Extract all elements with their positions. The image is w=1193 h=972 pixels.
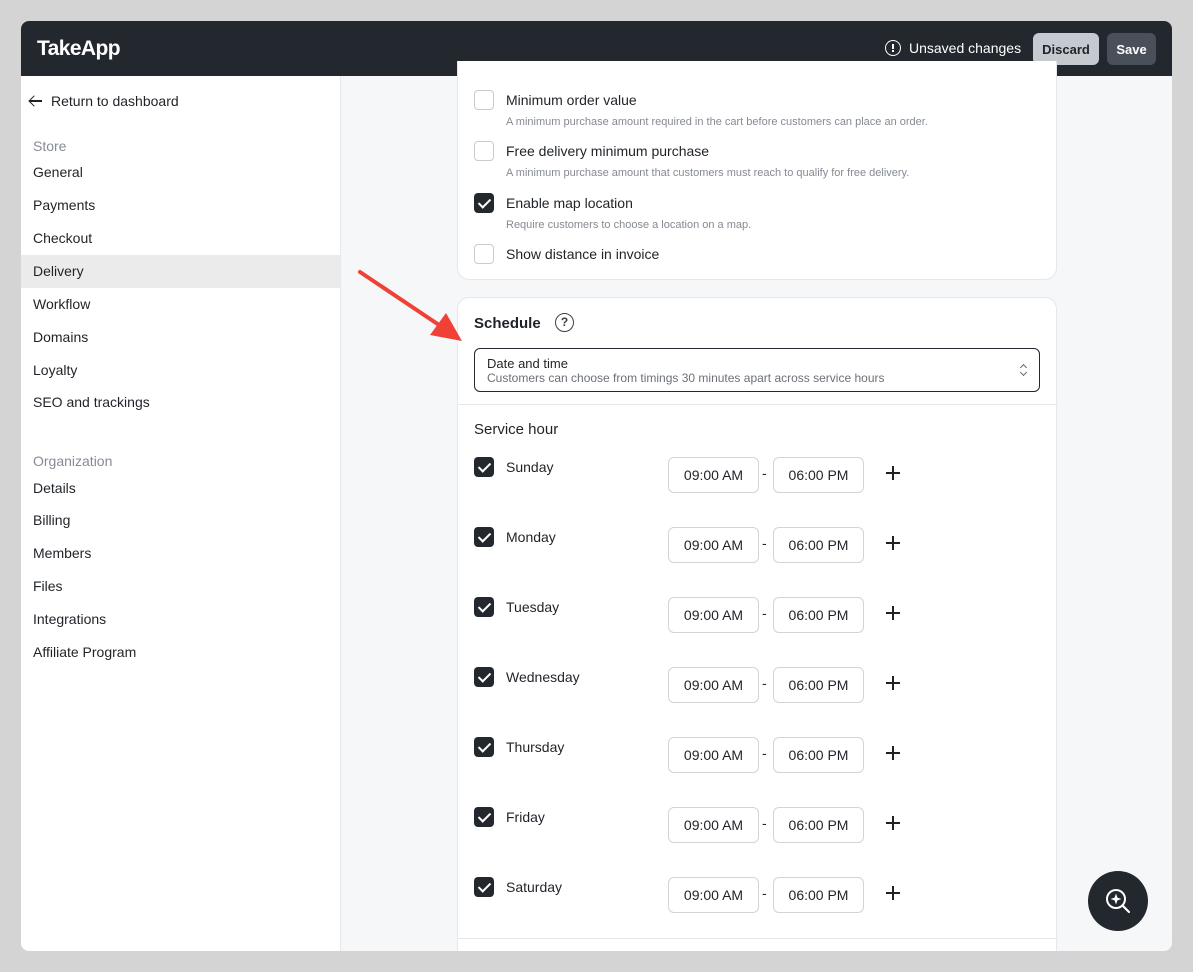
start-time-input[interactable]: 09:00 AM bbox=[668, 807, 759, 843]
day-row-thursday: Thursday 09:00 AM - 06:00 PM bbox=[458, 737, 1058, 773]
plus-icon[interactable] bbox=[886, 816, 900, 830]
schedule-type-select[interactable]: Date and time Customers can choose from … bbox=[474, 348, 1040, 392]
unsaved-text: Unsaved changes bbox=[909, 40, 1022, 56]
option-desc: A minimum purchase amount that customers… bbox=[506, 167, 910, 179]
alert-circle-icon bbox=[885, 40, 901, 56]
option-title: Enable map location bbox=[506, 195, 633, 211]
start-time-input[interactable]: 09:00 AM bbox=[668, 527, 759, 563]
day-row-friday: Friday 09:00 AM - 06:00 PM bbox=[458, 807, 1058, 843]
arrow-left-icon bbox=[29, 94, 43, 108]
divider bbox=[458, 404, 1058, 405]
end-time-input[interactable]: 06:00 PM bbox=[773, 457, 864, 493]
select-value: Date and time bbox=[487, 356, 568, 371]
day-name: Wednesday bbox=[506, 669, 580, 685]
day-row-saturday: Saturday 09:00 AM - 06:00 PM bbox=[458, 877, 1058, 913]
delivery-options-card: Minimum order value A minimum purchase a… bbox=[457, 61, 1057, 280]
end-time-input[interactable]: 06:00 PM bbox=[773, 597, 864, 633]
sunday-checkbox[interactable] bbox=[474, 457, 494, 477]
start-time-input[interactable]: 09:00 AM bbox=[668, 457, 759, 493]
plus-icon[interactable] bbox=[886, 536, 900, 550]
chevron-up-down-icon bbox=[1019, 364, 1027, 376]
time-separator: - bbox=[762, 815, 767, 831]
divider bbox=[458, 938, 1058, 939]
sidebar-item-affiliate[interactable]: Affiliate Program bbox=[21, 636, 340, 669]
option-desc: Require customers to choose a location o… bbox=[506, 219, 752, 231]
day-row-sunday: Sunday 09:00 AM - 06:00 PM bbox=[458, 457, 1058, 493]
store-section-label: Store bbox=[33, 138, 67, 154]
option-title: Free delivery minimum purchase bbox=[506, 143, 710, 159]
end-time-input[interactable]: 06:00 PM bbox=[773, 667, 864, 703]
plus-icon[interactable] bbox=[886, 466, 900, 480]
option-title: Show distance in invoice bbox=[506, 246, 660, 262]
sidebar-item-domains[interactable]: Domains bbox=[21, 321, 340, 354]
sidebar-item-members[interactable]: Members bbox=[21, 537, 340, 570]
save-button[interactable]: Save bbox=[1107, 33, 1156, 65]
end-time-input[interactable]: 06:00 PM bbox=[773, 807, 864, 843]
time-separator: - bbox=[762, 535, 767, 551]
sidebar-item-general[interactable]: General bbox=[21, 156, 340, 189]
sidebar-item-delivery[interactable]: Delivery bbox=[21, 255, 340, 288]
plus-icon[interactable] bbox=[886, 886, 900, 900]
sparkle-search-icon bbox=[1106, 889, 1131, 914]
sidebar-item-loyalty[interactable]: Loyalty bbox=[21, 354, 340, 387]
sidebar-item-workflow[interactable]: Workflow bbox=[21, 288, 340, 321]
schedule-title: Schedule bbox=[474, 315, 541, 332]
day-name: Saturday bbox=[506, 879, 563, 895]
saturday-checkbox[interactable] bbox=[474, 877, 494, 897]
day-row-tuesday: Tuesday 09:00 AM - 06:00 PM bbox=[458, 597, 1058, 633]
sidebar-item-details[interactable]: Details bbox=[21, 472, 340, 505]
sidebar-item-integrations[interactable]: Integrations bbox=[21, 603, 340, 636]
end-time-input[interactable]: 06:00 PM bbox=[773, 527, 864, 563]
map-location-checkbox[interactable] bbox=[474, 193, 494, 213]
time-separator: - bbox=[762, 675, 767, 691]
return-to-dashboard-link[interactable]: Return to dashboard bbox=[29, 93, 179, 109]
schedule-card: Schedule ? Date and time Customers can c… bbox=[457, 297, 1058, 951]
monday-checkbox[interactable] bbox=[474, 527, 494, 547]
sidebar-item-billing[interactable]: Billing bbox=[21, 504, 340, 537]
return-label: Return to dashboard bbox=[51, 93, 179, 109]
end-time-input[interactable]: 06:00 PM bbox=[773, 737, 864, 773]
friday-checkbox[interactable] bbox=[474, 807, 494, 827]
minimum-order-checkbox[interactable] bbox=[474, 90, 494, 110]
time-separator: - bbox=[762, 745, 767, 761]
time-separator: - bbox=[762, 605, 767, 621]
app-window: TakeApp Unsaved changes Discard Save Ret… bbox=[21, 21, 1172, 951]
sidebar: Return to dashboard Store General Paymen… bbox=[21, 76, 341, 951]
plus-icon[interactable] bbox=[886, 606, 900, 620]
free-delivery-checkbox[interactable] bbox=[474, 141, 494, 161]
start-time-input[interactable]: 09:00 AM bbox=[668, 597, 759, 633]
day-row-wednesday: Wednesday 09:00 AM - 06:00 PM bbox=[458, 667, 1058, 703]
option-title: Minimum order value bbox=[506, 92, 637, 108]
wednesday-checkbox[interactable] bbox=[474, 667, 494, 687]
option-desc: A minimum purchase amount required in th… bbox=[506, 116, 928, 128]
day-name: Tuesday bbox=[506, 599, 560, 615]
end-time-input[interactable]: 06:00 PM bbox=[773, 877, 864, 913]
day-name: Monday bbox=[506, 529, 556, 545]
sidebar-item-payments[interactable]: Payments bbox=[21, 189, 340, 222]
start-time-input[interactable]: 09:00 AM bbox=[668, 877, 759, 913]
thursday-checkbox[interactable] bbox=[474, 737, 494, 757]
day-name: Thursday bbox=[506, 739, 565, 755]
day-row-monday: Monday 09:00 AM - 06:00 PM bbox=[458, 527, 1058, 563]
time-separator: - bbox=[762, 465, 767, 481]
sidebar-item-files[interactable]: Files bbox=[21, 570, 340, 603]
day-name: Friday bbox=[506, 809, 545, 825]
show-distance-checkbox[interactable] bbox=[474, 244, 494, 264]
sidebar-item-checkout[interactable]: Checkout bbox=[21, 222, 340, 255]
service-hour-title: Service hour bbox=[474, 421, 559, 438]
question-circle-icon[interactable]: ? bbox=[555, 313, 574, 332]
start-time-input[interactable]: 09:00 AM bbox=[668, 737, 759, 773]
plus-icon[interactable] bbox=[886, 676, 900, 690]
time-separator: - bbox=[762, 885, 767, 901]
day-name: Sunday bbox=[506, 459, 554, 475]
plus-icon[interactable] bbox=[886, 746, 900, 760]
select-description: Customers can choose from timings 30 min… bbox=[487, 371, 885, 385]
app-logo: TakeApp bbox=[37, 37, 121, 60]
tuesday-checkbox[interactable] bbox=[474, 597, 494, 617]
sparkle-search-button[interactable] bbox=[1088, 871, 1148, 931]
sidebar-item-seo[interactable]: SEO and trackings bbox=[21, 386, 340, 419]
organization-section-label: Organization bbox=[33, 453, 113, 469]
unsaved-indicator: Unsaved changes bbox=[885, 40, 1021, 56]
start-time-input[interactable]: 09:00 AM bbox=[668, 667, 759, 703]
